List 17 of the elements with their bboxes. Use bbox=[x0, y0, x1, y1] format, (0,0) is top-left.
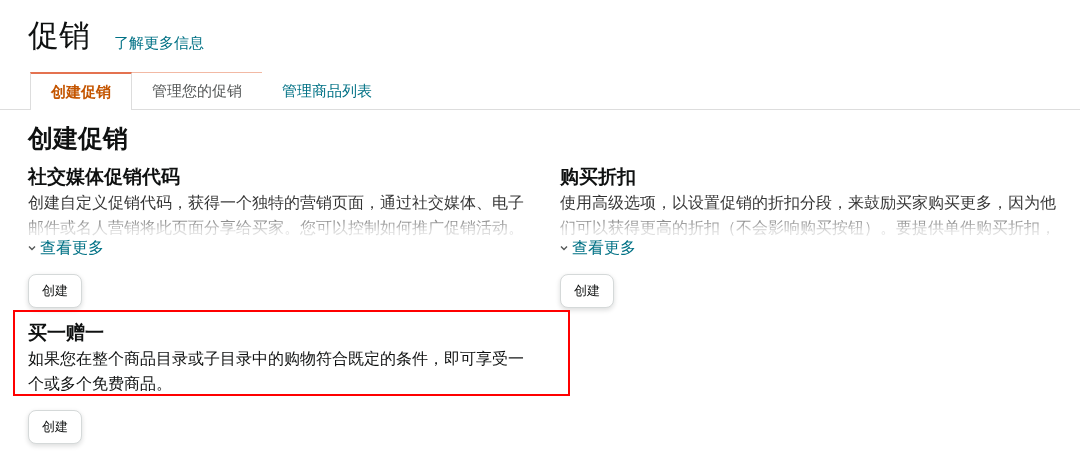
create-button[interactable]: 创建 bbox=[28, 274, 82, 308]
see-more-link[interactable]: 查看更多 bbox=[28, 236, 104, 260]
card-title: 买一赠一 bbox=[28, 321, 105, 345]
section-title: 创建促销 bbox=[26, 123, 129, 154]
card-title: 购买折扣 bbox=[560, 165, 637, 189]
card-description: 如果您在整个商品目录或子目录中的购物符合既定的条件，即可享受一个或多个免费商品。 bbox=[28, 349, 525, 394]
see-more-link[interactable]: 查看更多 bbox=[560, 236, 636, 260]
tab[interactable]: 创建促销 bbox=[30, 72, 132, 110]
create-button[interactable]: 创建 bbox=[560, 274, 614, 308]
create-button[interactable]: 创建 bbox=[28, 410, 82, 444]
page-title: 促销 bbox=[28, 17, 90, 55]
chevron-down-icon bbox=[560, 245, 568, 251]
learn-more-link[interactable]: 了解更多信息 bbox=[114, 31, 204, 54]
card-title: 社交媒体促销代码 bbox=[28, 165, 181, 189]
tab[interactable]: 管理您的促销 bbox=[132, 72, 262, 110]
tab[interactable]: 管理商品列表 bbox=[262, 72, 392, 110]
chevron-down-icon bbox=[28, 245, 36, 251]
